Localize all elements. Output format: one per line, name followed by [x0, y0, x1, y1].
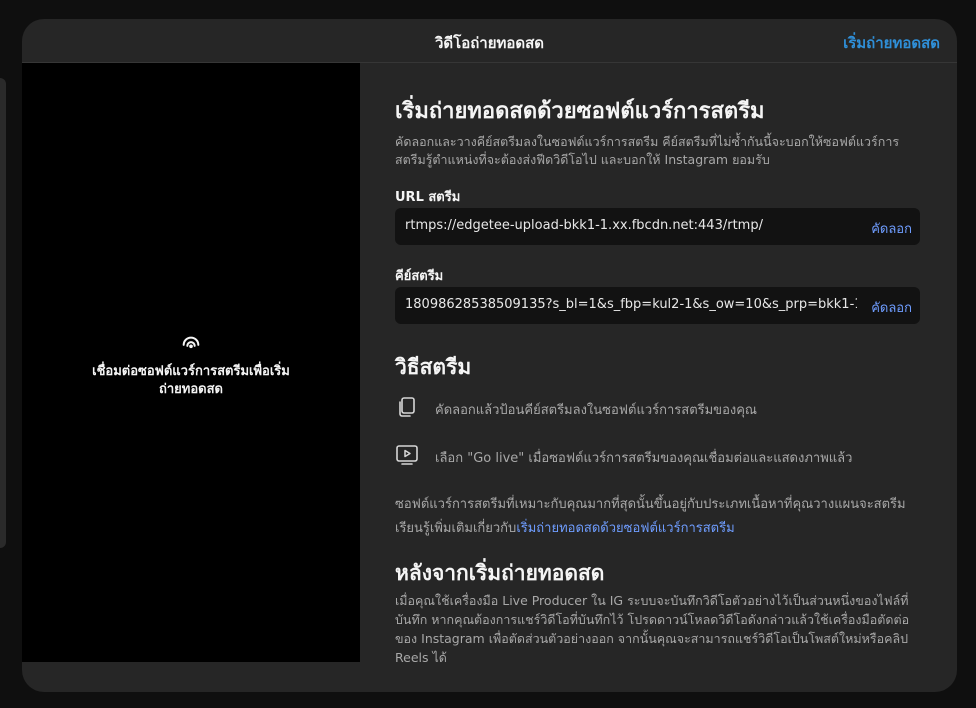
stream-preview: เชื่อมต่อซอฟต์แวร์การสตรีมเพื่อเริ่มถ่าย… [22, 63, 360, 662]
section-title-streaming-software: เริ่มถ่ายทอดสดด้วยซอฟต์แวร์การสตรีม [395, 99, 765, 124]
live-screen-icon [396, 445, 418, 465]
dialog-title: วิดีโอถ่ายทอดสด [434, 34, 545, 52]
step-go-live: เลือก "Go live" เมื่อซอฟต์แวร์การสตรีมขอ… [395, 441, 920, 469]
preview-message: เชื่อมต่อซอฟต์แวร์การสตรีมเพื่อเริ่มถ่าย… [92, 364, 290, 397]
step-text: เลือก "Go live" เมื่อซอฟต์แวร์การสตรีมขอ… [435, 451, 853, 466]
step-text: คัดลอกแล้วป้อนคีย์สตรีมลงในซอฟต์แวร์การส… [435, 403, 757, 418]
dialog-header: วิดีโอถ่ายทอดสด เริ่มถ่ายทอดสด [22, 19, 957, 63]
learn-more-line: เรียนรู้เพิ่มเติมเกี่ยวกับเริ่มถ่ายทอดสด… [395, 517, 925, 538]
stream-key-field[interactable]: 18098628538509135?s_bl=1&s_fbp=kul2-1&s_… [395, 287, 920, 324]
stream-key-label: คีย์สตรีม [395, 269, 444, 284]
copy-icon [399, 397, 415, 417]
go-live-button[interactable]: เริ่มถ่ายทอดสด [843, 31, 940, 55]
copy-key-button[interactable]: คัดลอก [865, 297, 912, 318]
stream-key-value: 18098628538509135?s_bl=1&s_fbp=kul2-1&s_… [405, 297, 857, 312]
live-signal-icon [182, 336, 200, 349]
after-live-description: เมื่อคุณใช้เครื่องมือ Live Producer ใน I… [395, 593, 910, 665]
stream-url-label: URL สตรีม [395, 190, 461, 205]
live-video-dialog: วิดีโอถ่ายทอดสด เริ่มถ่ายทอดสด เชื่อมต่อ… [22, 19, 957, 692]
streaming-description: คัดลอกและวางคีย์สตรีมลงในซอฟต์แวร์การสตร… [395, 134, 900, 167]
step-copy-key: คัดลอกแล้วป้อนคีย์สตรีมลงในซอฟต์แวร์การส… [395, 393, 920, 421]
stream-url-value: rtmps://edgetee-upload-bkk1-1.xx.fbcdn.n… [405, 218, 763, 233]
background-panel-edge [0, 78, 6, 548]
learn-more-link[interactable]: เริ่มถ่ายทอดสดด้วยซอฟต์แวร์การสตรีม [516, 521, 734, 536]
software-note: ซอฟต์แวร์การสตรีมที่เหมาะกับคุณมากที่สุด… [395, 497, 906, 512]
learn-more-prefix: เรียนรู้เพิ่มเติมเกี่ยวกับ [395, 521, 517, 536]
copy-url-button[interactable]: คัดลอก [865, 218, 912, 239]
section-title-after-live: หลังจากเริ่มถ่ายทอดสด [395, 561, 605, 585]
stream-url-field[interactable]: rtmps://edgetee-upload-bkk1-1.xx.fbcdn.n… [395, 208, 920, 245]
instructions-panel: เริ่มถ่ายทอดสดด้วยซอฟต์แวร์การสตรีม คัดล… [395, 63, 925, 683]
section-title-how-to-stream: วิธีสตรีม [395, 355, 472, 379]
